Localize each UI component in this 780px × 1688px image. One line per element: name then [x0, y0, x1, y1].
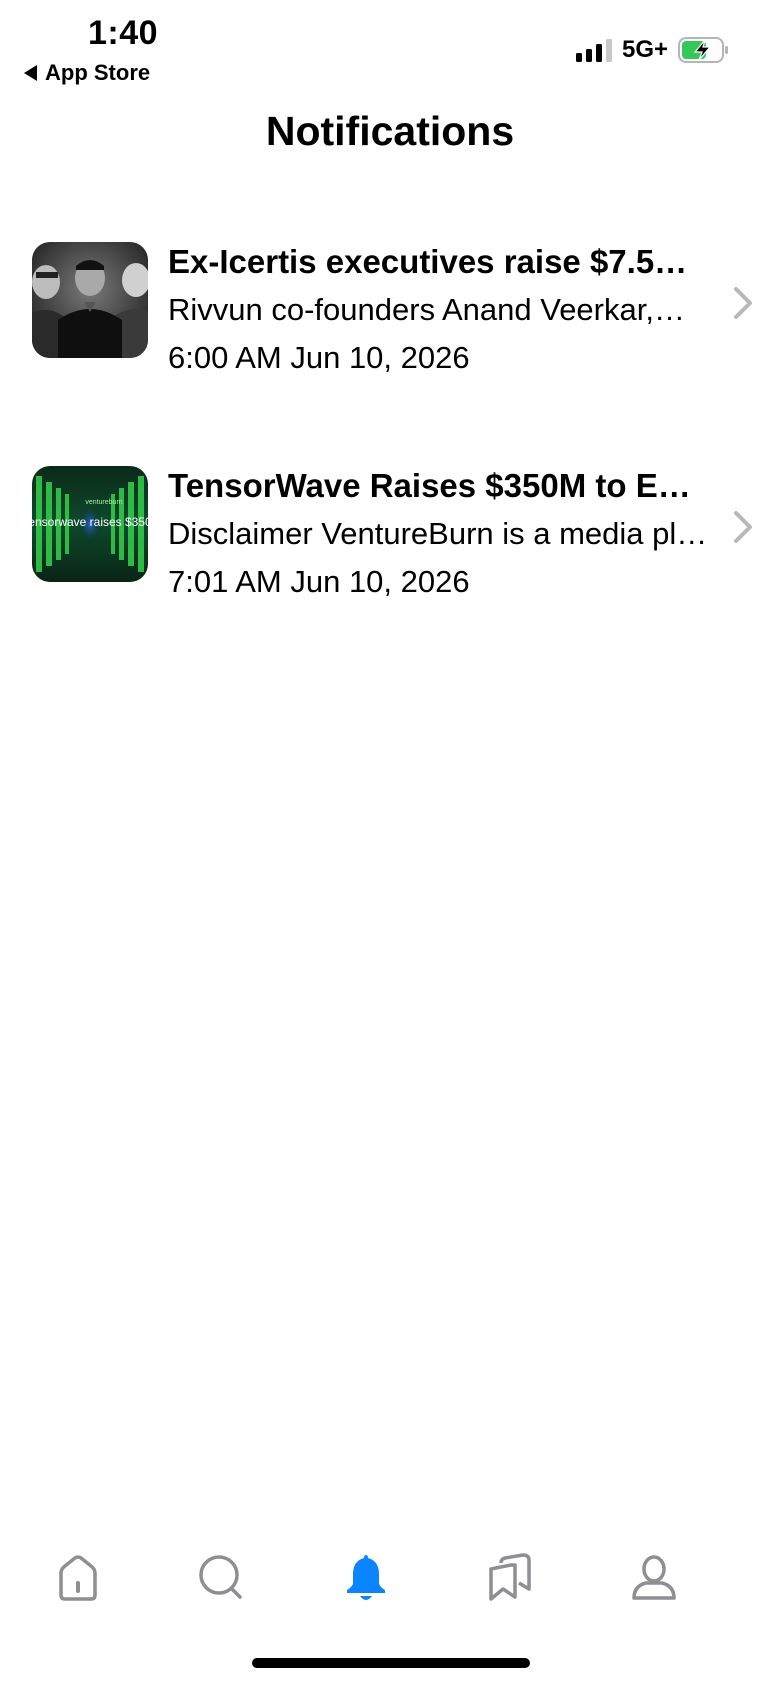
notification-text: Ex-Icertis executives raise $7.5… Rivvun…: [168, 238, 742, 382]
notification-body: Rivvun co-founders Anand Veerkar,…: [168, 292, 685, 327]
battery-charging-icon: [678, 37, 730, 63]
notification-title: TensorWave Raises $350M to E…: [168, 467, 691, 504]
status-indicators: 5G+: [575, 36, 730, 64]
tab-home[interactable]: [50, 1550, 106, 1606]
home-indicator[interactable]: [252, 1658, 530, 1668]
chevron-right-icon: [734, 511, 752, 543]
back-arrow-icon: [24, 65, 37, 81]
tab-profile[interactable]: [626, 1550, 682, 1606]
notification-list: Ex-Icertis executives raise $7.5… Rivvun…: [0, 238, 780, 686]
notification-text: TensorWave Raises $350M to E… Disclaimer…: [168, 462, 742, 606]
thumbnail-brand-text: ventureburn: [85, 499, 122, 506]
bell-icon: [347, 1555, 385, 1600]
tab-notifications[interactable]: [338, 1550, 394, 1606]
notification-item[interactable]: ventureburn ensorwave raises $350 Tensor…: [0, 462, 780, 686]
notification-title: Ex-Icertis executives raise $7.5…: [168, 243, 688, 280]
chevron-right-icon: [734, 287, 752, 319]
notification-thumbnail: [32, 242, 148, 358]
search-icon: [199, 1555, 242, 1599]
notification-time: 7:01 AM Jun 10, 2026: [168, 564, 470, 599]
tab-bookmarks[interactable]: [482, 1550, 538, 1606]
notifications-screen: 1:40 App Store 5G+ Notifications Ex-Icer…: [0, 0, 780, 1688]
back-to-app-store-button[interactable]: App Store: [24, 60, 150, 86]
profile-icon: [632, 1555, 676, 1600]
tab-bar: [0, 1540, 780, 1620]
tab-search[interactable]: [193, 1550, 249, 1606]
back-label: App Store: [45, 60, 151, 85]
home-icon: [59, 1555, 97, 1601]
notification-thumbnail: ventureburn ensorwave raises $350: [32, 466, 148, 582]
thumbnail-headline-text: ensorwave raises $350: [32, 515, 148, 529]
notification-item[interactable]: Ex-Icertis executives raise $7.5… Rivvun…: [0, 238, 780, 462]
notification-body: Disclaimer VentureBurn is a media pl…: [168, 516, 708, 551]
network-type: 5G+: [621, 36, 668, 63]
bookmarks-icon: [489, 1553, 531, 1601]
cellular-signal-icon: [575, 38, 612, 62]
page-title: Notifications: [265, 108, 515, 154]
status-time: 1:40: [88, 14, 159, 52]
notification-time: 6:00 AM Jun 10, 2026: [168, 340, 470, 375]
